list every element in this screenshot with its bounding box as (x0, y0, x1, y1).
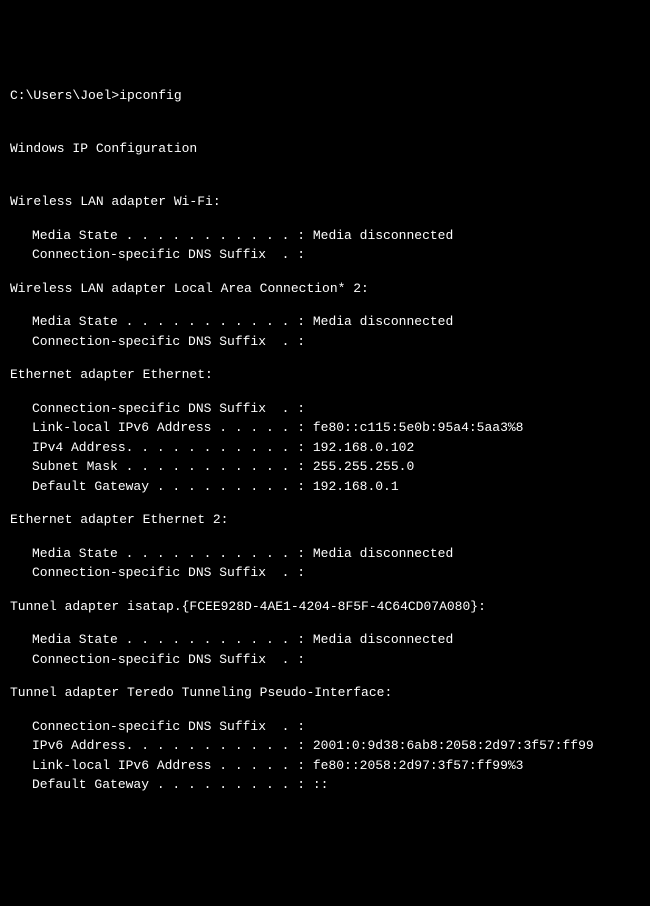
adapter-field: Connection-specific DNS Suffix . : (10, 332, 640, 352)
adapter-field: Media State . . . . . . . . . . . : Medi… (10, 544, 640, 564)
adapter-field: Connection-specific DNS Suffix . : (10, 650, 640, 670)
adapter-field: Media State . . . . . . . . . . . : Medi… (10, 312, 640, 332)
adapter-block: Tunnel adapter isatap.{FCEE928D-4AE1-420… (10, 597, 640, 670)
adapter-block: Wireless LAN adapter Wi-Fi: Media State .… (10, 192, 640, 265)
adapter-name: Tunnel adapter Teredo Tunneling Pseudo-I… (10, 683, 640, 703)
adapter-block: Tunnel adapter Teredo Tunneling Pseudo-I… (10, 683, 640, 795)
adapter-name: Ethernet adapter Ethernet 2: (10, 510, 640, 530)
command-prompt-line: C:\Users\Joel>ipconfig (10, 86, 640, 106)
adapter-field: Link-local IPv6 Address . . . . . : fe80… (10, 756, 640, 776)
adapter-field: Connection-specific DNS Suffix . : (10, 245, 640, 265)
adapter-block: Ethernet adapter Ethernet 2: Media State … (10, 510, 640, 583)
adapter-field: Media State . . . . . . . . . . . : Medi… (10, 226, 640, 246)
adapter-block: Wireless LAN adapter Local Area Connecti… (10, 279, 640, 352)
adapters-output: Wireless LAN adapter Wi-Fi: Media State .… (10, 192, 640, 795)
adapter-name: Wireless LAN adapter Wi-Fi: (10, 192, 640, 212)
adapter-name: Ethernet adapter Ethernet: (10, 365, 640, 385)
adapter-field: Media State . . . . . . . . . . . : Medi… (10, 630, 640, 650)
adapter-block: Ethernet adapter Ethernet: Connection-spe… (10, 365, 640, 496)
adapter-field: IPv6 Address. . . . . . . . . . . : 2001… (10, 736, 640, 756)
adapter-field: Link-local IPv6 Address . . . . . : fe80… (10, 418, 640, 438)
adapter-field: Connection-specific DNS Suffix . : (10, 563, 640, 583)
adapter-field: Subnet Mask . . . . . . . . . . . : 255.… (10, 457, 640, 477)
adapter-name: Wireless LAN adapter Local Area Connecti… (10, 279, 640, 299)
adapter-name: Tunnel adapter isatap.{FCEE928D-4AE1-420… (10, 597, 640, 617)
adapter-field: Default Gateway . . . . . . . . . : :: (10, 775, 640, 795)
adapter-field: IPv4 Address. . . . . . . . . . . : 192.… (10, 438, 640, 458)
adapter-field: Connection-specific DNS Suffix . : (10, 717, 640, 737)
adapter-field: Connection-specific DNS Suffix . : (10, 399, 640, 419)
ipconfig-header: Windows IP Configuration (10, 139, 640, 159)
adapter-field: Default Gateway . . . . . . . . . : 192.… (10, 477, 640, 497)
